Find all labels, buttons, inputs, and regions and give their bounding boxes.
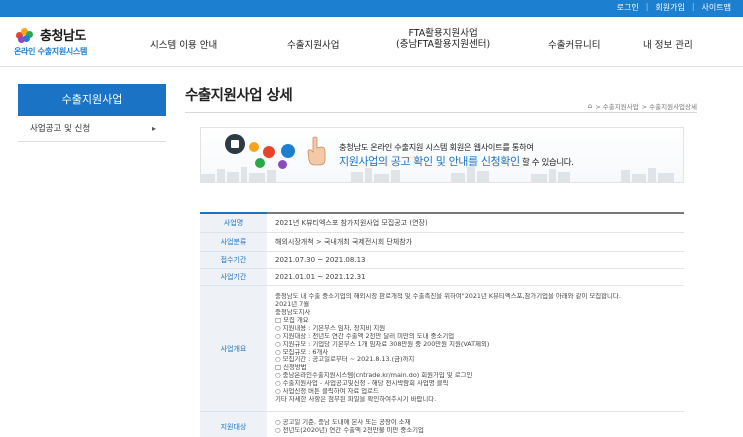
row-label: 사업명 <box>200 212 267 233</box>
nav-item-fta-label: FTA활용지원사업 <box>408 28 478 39</box>
table-row: 사업명 2021년 K뷰티엑스포 참가지원사업 모집공고 (연장) <box>200 212 684 233</box>
banner-text-tail: 할 수 있습니다. <box>519 158 574 168</box>
sitemap-link[interactable]: 사이트맵 <box>702 2 731 13</box>
overview-line: □ 신청방법 <box>275 364 307 372</box>
project-detail-table: 사업명 2021년 K뷰티엑스포 참가지원사업 모집공고 (연장) 사업분류 해… <box>200 212 684 437</box>
info-banner: 충청남도 온라인 수출지원 시스템 회원은 웹사이트를 통하여 지원사업의 공고… <box>200 127 684 183</box>
dot-icon <box>255 158 265 168</box>
overview-line: 충청남도 내 수출 중소기업의 해외시장 판로개척 및 수출촉진을 위하여"20… <box>275 293 621 301</box>
separator: | <box>691 2 695 11</box>
row-value-target: ○ 공고일 기준, 충남 도내에 본사 또는 공장이 소재 ○ 전년도(2020… <box>267 411 684 437</box>
home-icon[interactable]: ⌂ <box>588 102 592 110</box>
nav-item-fta-sub: (충남FTA활용지원센터) <box>396 39 491 50</box>
separator: | <box>645 2 649 11</box>
nav-item-system-guide[interactable]: 시스템 이용 안내 <box>150 40 217 51</box>
main-content: 수출지원사업 상세 ⌂ > 수출지원사업 > 수출지원사업상세 충청남도 온라인… <box>185 84 697 437</box>
sidebar-title: 수출지원사업 <box>18 84 166 116</box>
row-value-overview: 충청남도 내 수출 중소기업의 해외시장 판로개척 및 수출촉진을 위하여"20… <box>267 285 684 412</box>
hand-pointer-icon <box>307 136 326 166</box>
overview-line: 충청남도지사 <box>275 308 311 316</box>
row-label: 사업개요 <box>200 285 267 412</box>
row-value: 2021년 K뷰티엑스포 참가지원사업 모집공고 (연장) <box>267 212 684 233</box>
chevron-right-icon: ▸ <box>151 124 156 133</box>
title-divider <box>185 112 697 113</box>
overview-line: ○ 수출지원사업 - 사업공고및신청 - 해당 전시박람회 사업명 클릭 <box>275 380 449 388</box>
table-row: 접수기간 2021.07.30 ~ 2021.08.13 <box>200 251 684 269</box>
table-row: 사업분류 해외시장개척 > 국내개최 국제전시회 단체참가 <box>200 232 684 252</box>
overview-line: ○ 지원규모 : 기업당 기본부스 1개 임차료 308만원 중 200만원 지… <box>275 340 490 348</box>
main-nav: 시스템 이용 안내 수출지원사업 FTA활용지원사업 (충남FTA활용지원센터)… <box>0 17 743 67</box>
dot-icon <box>263 146 275 158</box>
overview-line: ○ 충남온라인수출지원시스템(cntrade.kr/main.do) 회원가입 … <box>275 372 473 380</box>
sidebar-item-notice-apply[interactable]: 사업공고 및 신청 ▸ <box>18 116 166 142</box>
banner-highlight: 지원사업의 공고 확인 및 안내를 신청확인 <box>339 155 520 168</box>
overview-line: 2021년 7월 <box>275 301 310 309</box>
banner-text-line1: 충청남도 온라인 수출지원 시스템 회원은 웹사이트를 통하여 <box>339 142 534 152</box>
sidebar: 수출지원사업 사업공고 및 신청 ▸ <box>18 84 166 142</box>
overview-line: ○ 모집규모 : 6개사 <box>275 348 329 356</box>
top-utility-bar: 로그인 | 회원가입 | 사이트맵 <box>0 0 743 17</box>
target-line: ○ 공고일 기준, 충남 도내에 본사 또는 공장이 소재 <box>275 418 411 426</box>
banner-text-line2: 지원사업의 공고 확인 및 안내를 신청확인 할 수 있습니다. <box>339 153 574 169</box>
row-value: 해외시장개척 > 국내개최 국제전시회 단체참가 <box>267 232 684 252</box>
breadcrumb-item[interactable]: > 수출지원사업 <box>595 101 638 111</box>
nav-item-my-info[interactable]: 내 정보 관리 <box>643 40 693 51</box>
dot-icon <box>249 142 259 152</box>
row-label: 접수기간 <box>200 251 267 269</box>
login-link[interactable]: 로그인 <box>617 2 639 13</box>
row-value: 2021.01.01 ~ 2021.12.31 <box>267 268 684 286</box>
dot-icon <box>281 144 295 158</box>
nav-item-fta-support[interactable]: FTA활용지원사업 (충남FTA활용지원센터) <box>396 28 490 50</box>
nav-item-export-community[interactable]: 수출커뮤니티 <box>548 40 600 51</box>
row-label: 사업기간 <box>200 268 267 286</box>
dot-icon <box>278 160 287 169</box>
monitor-icon <box>225 134 245 154</box>
row-value: 2021.07.30 ~ 2021.08.13 <box>267 251 684 269</box>
row-label: 사업분류 <box>200 232 267 252</box>
table-row: 사업개요 충청남도 내 수출 중소기업의 해외시장 판로개척 및 수출촉진을 위… <box>200 285 684 412</box>
overview-line: □ 모집 개요 <box>275 316 309 324</box>
row-label: 지원대상 <box>200 411 267 437</box>
breadcrumb-item-current: > 수출지원사업상세 <box>641 103 697 111</box>
overview-line: ○ 지원대상 : 전년도 연간 수출액 2천만 달러 미만의 도내 중소기업 <box>275 332 455 340</box>
overview-line: ○ 사업신청 버튼 클릭하여 자료 업로드 <box>275 388 379 396</box>
overview-line: 기타 자세한 사항은 첨부된 파일을 확인하여주시기 바랍니다. <box>275 395 437 403</box>
table-row: 지원대상 ○ 공고일 기준, 충남 도내에 본사 또는 공장이 소재 ○ 전년도… <box>200 411 684 437</box>
table-row: 사업기간 2021.01.01 ~ 2021.12.31 <box>200 268 684 286</box>
signup-link[interactable]: 회원가입 <box>655 2 684 13</box>
utility-links: 로그인 | 회원가입 | 사이트맵 <box>617 2 731 13</box>
sidebar-item-label: 사업공고 및 신청 <box>30 124 91 134</box>
breadcrumb: ⌂ > 수출지원사업 > 수출지원사업상세 <box>588 101 697 111</box>
overview-line: ○ 모집기간 : 공고일로부터 ~ 2021.8.13.(금)까지 <box>275 356 415 364</box>
site-header: 충청남도 온라인 수출지원시스템 시스템 이용 안내 수출지원사업 FTA활용지… <box>0 17 743 67</box>
nav-item-export-support[interactable]: 수출지원사업 <box>287 40 339 51</box>
target-line: ○ 전년도(2020년) 연간 수출액 2천만불 미만 중소기업 <box>275 426 424 434</box>
overview-line: ○ 지원내용 : 기본부스 임차, 장치비 지원 <box>275 324 386 332</box>
